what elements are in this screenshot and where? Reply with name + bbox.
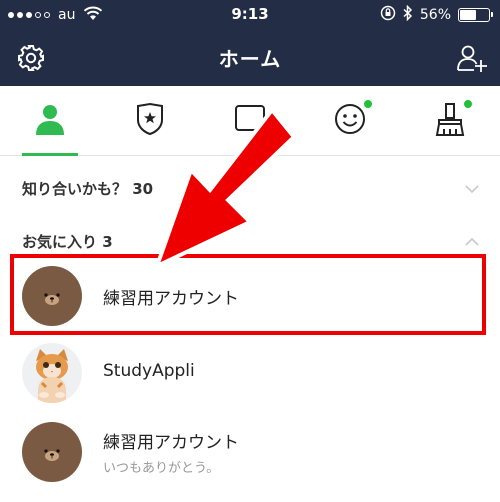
bluetooth-icon: [403, 4, 413, 25]
friend-name: StudyAppli: [103, 361, 195, 381]
new-badge-dot: [364, 100, 372, 108]
friend-status-message: いつもありがとう。: [103, 461, 220, 476]
section-title: 知り合いかも？ 30: [22, 179, 154, 198]
active-tab-indicator: [22, 153, 78, 156]
section-suggested-friends[interactable]: 知り合いかも？ 30: [0, 169, 500, 207]
status-bar-right: 56%: [380, 4, 493, 25]
list-item[interactable]: 練習用アカウント: [0, 258, 500, 334]
chat-icon: [233, 102, 267, 140]
list-item[interactable]: 練習用アカウント いつもありがとう。: [0, 414, 500, 490]
bear-avatar: [22, 266, 82, 326]
page-title: ホーム: [218, 47, 282, 71]
section-favorites[interactable]: お気に入り 3: [0, 222, 500, 260]
brush-icon: [433, 101, 467, 141]
kitten-avatar: [22, 343, 82, 403]
tab-stickers[interactable]: [300, 86, 400, 156]
chevron-down-icon[interactable]: [464, 180, 480, 199]
tab-bar: [0, 86, 500, 156]
section-title: お気に入り 3: [22, 232, 113, 251]
list-item[interactable]: StudyAppli: [0, 335, 500, 411]
person-icon: [33, 102, 67, 140]
tab-chats[interactable]: [200, 86, 300, 156]
bear-avatar: [22, 422, 82, 482]
status-bar: au 9:13 56%: [0, 0, 500, 30]
chevron-up-icon[interactable]: [464, 233, 480, 252]
battery-level: [460, 10, 476, 20]
battery-percent: 56%: [419, 7, 451, 23]
orientation-lock-icon: [380, 5, 396, 25]
tab-themes[interactable]: [400, 86, 500, 156]
new-badge-dot: [464, 100, 472, 108]
app-header: ホーム: [0, 30, 500, 86]
smiley-icon: [333, 102, 367, 140]
line-home-screen: au 9:13 56% ホーム 知り合いかも？ 30 お気に入り 3 練習用アカ…: [0, 0, 500, 502]
shield-star-icon: [135, 102, 165, 140]
tab-friends[interactable]: [0, 86, 100, 156]
friend-name: 練習用アカウント: [103, 289, 239, 309]
tab-official[interactable]: [100, 86, 200, 156]
add-friend-icon[interactable]: [454, 40, 490, 76]
battery-icon: [458, 8, 493, 22]
friend-name: 練習用アカウント: [103, 433, 239, 453]
